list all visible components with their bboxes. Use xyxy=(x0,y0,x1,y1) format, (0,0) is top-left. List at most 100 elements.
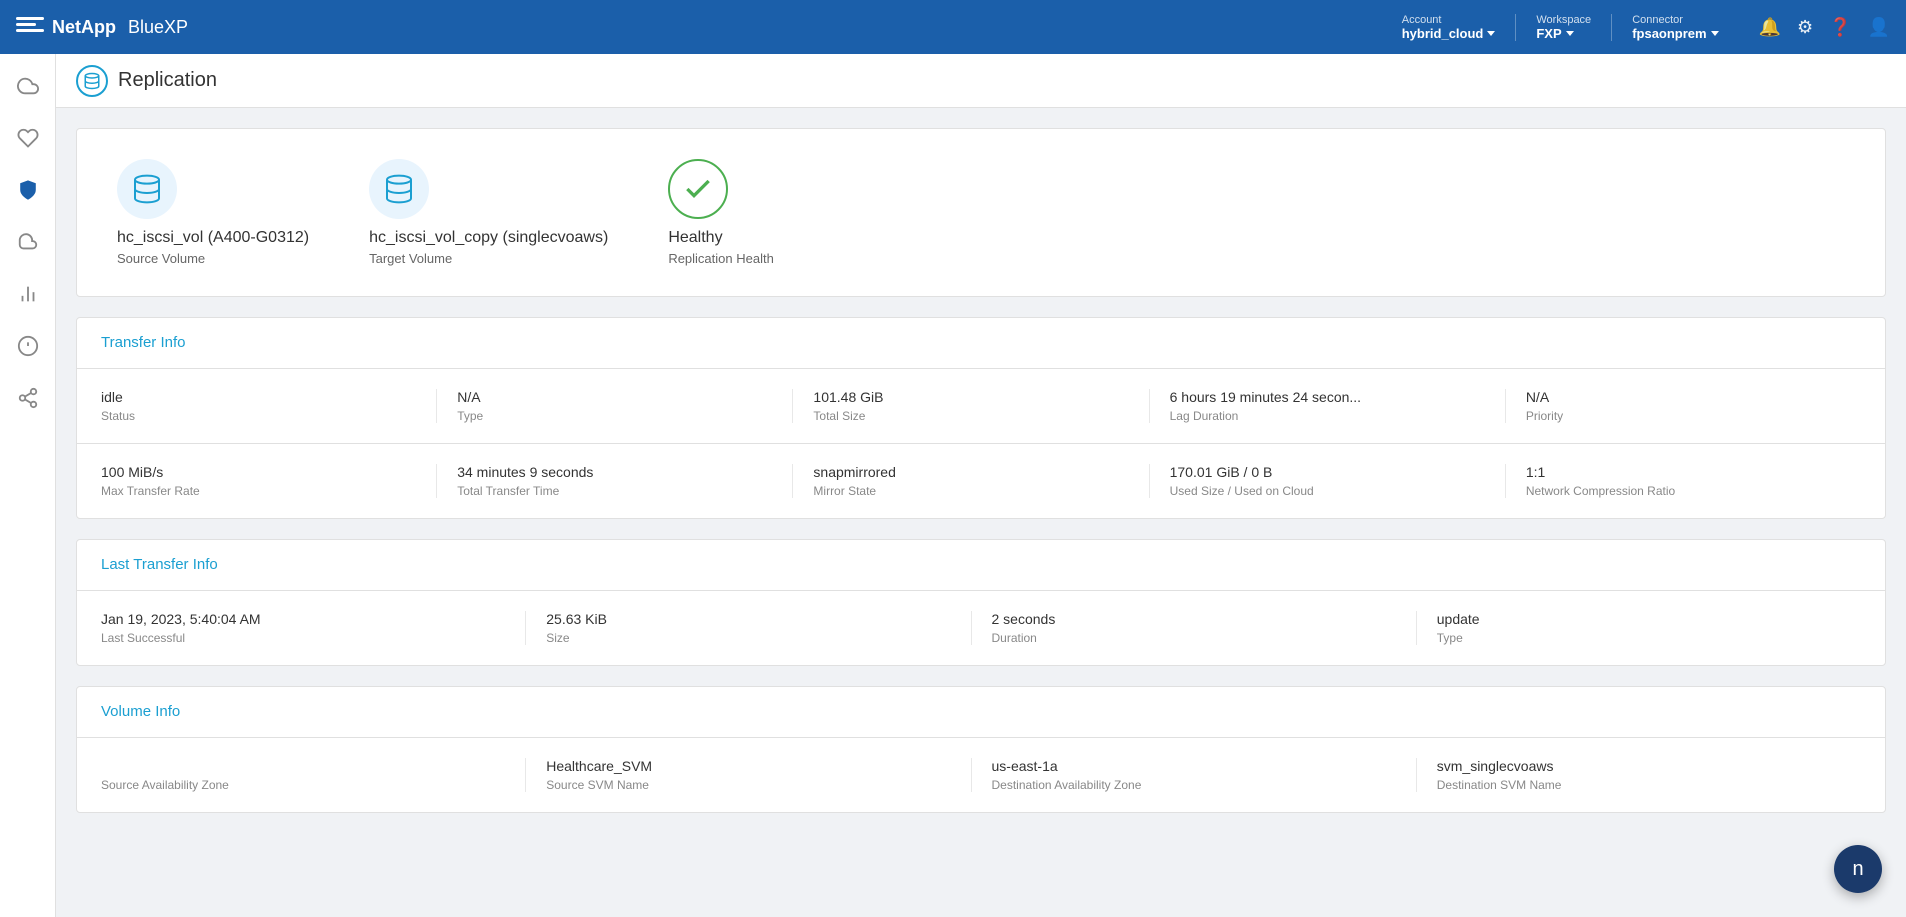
replication-header-icon xyxy=(76,65,108,97)
lag-duration-label: Lag Duration xyxy=(1170,409,1485,423)
max-transfer-rate-item: 100 MiB/s Max Transfer Rate xyxy=(101,464,437,498)
netapp-logo-icon xyxy=(16,17,44,37)
target-volume-label: Target Volume xyxy=(369,251,452,266)
volume-info-header: Volume Info xyxy=(77,687,1885,738)
source-svm-item: Healthcare_SVM Source SVM Name xyxy=(546,758,971,792)
replication-health-item: Healthy Replication Health xyxy=(668,159,774,266)
connector-label: Connector xyxy=(1632,14,1683,26)
transfer-info-row-2: 100 MiB/s Max Transfer Rate 34 minutes 9… xyxy=(77,444,1885,518)
transfer-type-item: N/A Type xyxy=(457,389,793,423)
dest-az-item: us-east-1a Destination Availability Zone xyxy=(992,758,1417,792)
transfer-info-card: Transfer Info idle Status N/A Type xyxy=(76,317,1886,519)
sidebar-item-settings[interactable] xyxy=(12,330,44,362)
target-volume-item: hc_iscsi_vol_copy (singlecvoaws) Target … xyxy=(369,159,608,266)
lag-duration-item: 6 hours 19 minutes 24 secon... Lag Durat… xyxy=(1170,389,1506,423)
last-transfer-type-item: update Type xyxy=(1437,611,1861,645)
last-transfer-type-label: Type xyxy=(1437,631,1841,645)
transfer-info-header: Transfer Info xyxy=(77,318,1885,369)
account-label: Account xyxy=(1402,14,1442,26)
sidebar-item-cloud[interactable] xyxy=(12,70,44,102)
volume-info-title: Volume Info xyxy=(101,703,180,720)
workspace-selector[interactable]: Workspace FXP xyxy=(1516,14,1612,41)
last-transfer-info-card: Last Transfer Info Jan 19, 2023, 5:40:04… xyxy=(76,539,1886,666)
page-header: Replication xyxy=(56,54,1906,108)
transfer-type-value: N/A xyxy=(457,389,772,405)
account-chevron-icon xyxy=(1487,31,1495,36)
last-transfer-info-row-1: Jan 19, 2023, 5:40:04 AM Last Successful… xyxy=(77,591,1885,665)
settings-icon[interactable]: ⚙ xyxy=(1797,17,1813,38)
main-content: Replication hc_iscsi_vol xyxy=(0,54,1906,917)
account-selector[interactable]: Account hybrid_cloud xyxy=(1382,14,1517,41)
dest-svm-item: svm_singlecvoaws Destination SVM Name xyxy=(1437,758,1861,792)
sidebar-item-chart[interactable] xyxy=(12,278,44,310)
source-az-label: Source Availability Zone xyxy=(101,778,505,792)
page-title: Replication xyxy=(118,69,217,92)
last-transfer-type-value: update xyxy=(1437,611,1841,627)
last-transfer-info-title: Last Transfer Info xyxy=(101,556,218,573)
transfer-info-title: Transfer Info xyxy=(101,334,185,351)
volume-info-row-1: Source Availability Zone Healthcare_SVM … xyxy=(77,738,1885,812)
source-volume-icon-wrapper xyxy=(117,159,177,219)
source-svm-label: Source SVM Name xyxy=(546,778,950,792)
header-navigation: Account hybrid_cloud Workspace FXP Conne… xyxy=(1382,14,1739,41)
source-az-value xyxy=(101,758,505,774)
app-logo: NetApp BlueXP xyxy=(16,17,188,38)
dest-az-value: us-east-1a xyxy=(992,758,1396,774)
user-icon[interactable]: 👤 xyxy=(1868,17,1890,38)
lag-duration-value: 6 hours 19 minutes 24 secon... xyxy=(1170,389,1485,405)
volume-card-content: hc_iscsi_vol (A400-G0312) Source Volume … xyxy=(77,129,1885,296)
compression-ratio-label: Network Compression Ratio xyxy=(1526,484,1841,498)
notification-icon[interactable]: 🔔 xyxy=(1759,17,1781,38)
transfer-status-value: idle xyxy=(101,389,416,405)
connector-chevron-icon xyxy=(1711,31,1719,36)
account-value: hybrid_cloud xyxy=(1402,26,1496,41)
last-successful-value: Jan 19, 2023, 5:40:04 AM xyxy=(101,611,505,627)
priority-value: N/A xyxy=(1526,389,1841,405)
last-transfer-duration-item: 2 seconds Duration xyxy=(992,611,1417,645)
app-header: NetApp BlueXP Account hybrid_cloud Works… xyxy=(0,0,1906,54)
floating-action-button[interactable]: n xyxy=(1834,845,1882,893)
sidebar-item-storage[interactable] xyxy=(12,226,44,258)
last-successful-item: Jan 19, 2023, 5:40:04 AM Last Successful xyxy=(101,611,526,645)
last-transfer-info-header: Last Transfer Info xyxy=(77,540,1885,591)
used-size-label: Used Size / Used on Cloud xyxy=(1170,484,1485,498)
mirror-state-item: snapmirrored Mirror State xyxy=(813,464,1149,498)
source-volume-label: Source Volume xyxy=(117,251,205,266)
sidebar-item-shield[interactable] xyxy=(12,174,44,206)
workspace-value: FXP xyxy=(1536,26,1573,41)
total-transfer-time-label: Total Transfer Time xyxy=(457,484,772,498)
compression-ratio-item: 1:1 Network Compression Ratio xyxy=(1526,464,1861,498)
source-az-item: Source Availability Zone xyxy=(101,758,526,792)
sidebar xyxy=(0,54,56,917)
mirror-state-label: Mirror State xyxy=(813,484,1128,498)
transfer-info-row-1: idle Status N/A Type 101.48 GiB Total Si… xyxy=(77,369,1885,444)
floating-action-label: n xyxy=(1852,858,1863,881)
transfer-status-label: Status xyxy=(101,409,416,423)
priority-label: Priority xyxy=(1526,409,1841,423)
dest-svm-value: svm_singlecvoaws xyxy=(1437,758,1841,774)
mirror-state-value: snapmirrored xyxy=(813,464,1128,480)
max-transfer-rate-value: 100 MiB/s xyxy=(101,464,416,480)
workspace-chevron-icon xyxy=(1566,31,1574,36)
total-size-item: 101.48 GiB Total Size xyxy=(813,389,1149,423)
connector-selector[interactable]: Connector fpsaonprem xyxy=(1612,14,1738,41)
transfer-type-label: Type xyxy=(457,409,772,423)
sidebar-item-integrations[interactable] xyxy=(12,382,44,414)
target-volume-icon-wrapper xyxy=(369,159,429,219)
help-icon[interactable]: ❓ xyxy=(1829,17,1851,38)
total-transfer-time-value: 34 minutes 9 seconds xyxy=(457,464,772,480)
total-transfer-time-item: 34 minutes 9 seconds Total Transfer Time xyxy=(457,464,793,498)
last-transfer-duration-label: Duration xyxy=(992,631,1396,645)
max-transfer-rate-label: Max Transfer Rate xyxy=(101,484,416,498)
used-size-value: 170.01 GiB / 0 B xyxy=(1170,464,1485,480)
health-status: Healthy xyxy=(668,229,722,247)
sidebar-item-health[interactable] xyxy=(12,122,44,154)
source-volume-name: hc_iscsi_vol (A400-G0312) xyxy=(117,229,309,247)
target-volume-name: hc_iscsi_vol_copy (singlecvoaws) xyxy=(369,229,608,247)
header-icons: 🔔 ⚙ ❓ 👤 xyxy=(1759,17,1890,38)
source-svm-value: Healthcare_SVM xyxy=(546,758,950,774)
transfer-status-item: idle Status xyxy=(101,389,437,423)
last-transfer-duration-value: 2 seconds xyxy=(992,611,1396,627)
volume-info-card: Volume Info Source Availability Zone Hea… xyxy=(76,686,1886,813)
used-size-item: 170.01 GiB / 0 B Used Size / Used on Clo… xyxy=(1170,464,1506,498)
